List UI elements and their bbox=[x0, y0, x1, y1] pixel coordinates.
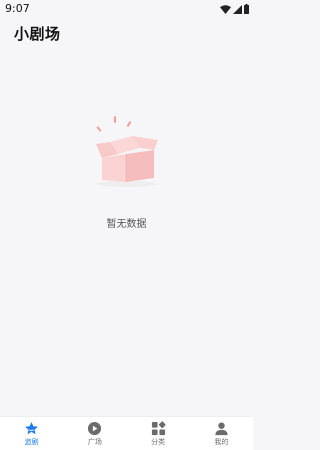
status-time: 9:07 bbox=[5, 2, 30, 15]
tab-square[interactable]: 广场 bbox=[63, 417, 126, 450]
page-title: 小剧场 bbox=[14, 25, 61, 43]
app-screen: 9:07 小剧场 暂无数据 追剧 广场 分类 我的 bbox=[0, 0, 253, 450]
bottom-tab-bar: 追剧 广场 分类 我的 bbox=[0, 416, 253, 450]
play-circle-icon bbox=[88, 421, 102, 436]
tab-mine[interactable]: 我的 bbox=[190, 417, 253, 450]
tab-label: 追剧 bbox=[24, 438, 39, 446]
tab-label: 我的 bbox=[214, 438, 229, 446]
empty-box-icon bbox=[96, 116, 158, 187]
tab-label: 广场 bbox=[87, 438, 102, 446]
signal-icon bbox=[233, 4, 242, 14]
tab-label: 分类 bbox=[151, 438, 166, 446]
star-icon bbox=[25, 422, 38, 435]
empty-message: 暂无数据 bbox=[106, 219, 147, 230]
battery-icon bbox=[244, 4, 249, 14]
tab-follow[interactable]: 追剧 bbox=[0, 417, 63, 450]
status-icons bbox=[220, 3, 249, 15]
tab-category[interactable]: 分类 bbox=[127, 417, 190, 450]
wifi-icon bbox=[220, 4, 231, 14]
category-grid-icon bbox=[151, 421, 166, 436]
status-bar: 9:07 bbox=[0, 0, 253, 18]
person-icon bbox=[215, 422, 228, 436]
